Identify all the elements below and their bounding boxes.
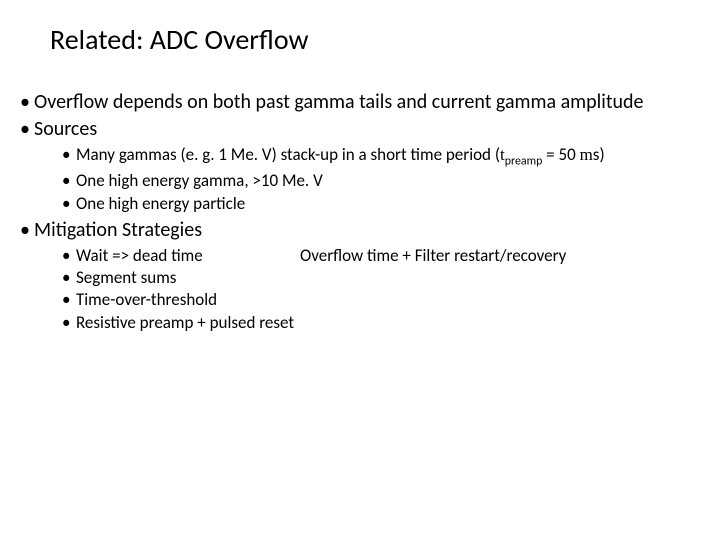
slide-content: Overflow depends on both past gamma tail…	[20, 90, 700, 337]
sub-one-high-particle: One high energy particle	[62, 193, 700, 214]
sub-one-high-gamma: One high energy gamma, >10 Me. V	[62, 170, 700, 191]
mu-symbol: m	[580, 145, 593, 164]
bullet-overflow-depends: Overflow depends on both past gamma tail…	[20, 90, 700, 115]
text-part: s)	[593, 144, 605, 165]
bullet-mitigation: Mitigation Strategies Wait => dead time …	[20, 218, 700, 333]
bullet-sources: Sources Many gammas (e. g. 1 Me. V) stac…	[20, 117, 700, 214]
text-part: Many gammas (e. g. 1 Me. V) stack-up in …	[76, 144, 500, 165]
wait-left: Wait => dead time	[76, 245, 300, 266]
wait-right: Overflow time + Filter restart/recovery	[300, 245, 566, 266]
sub-time-over-threshold: Time-over-threshold	[62, 289, 700, 310]
sub-segment-sums: Segment sums	[62, 267, 700, 288]
slide: Related: ADC Overflow Overflow depends o…	[0, 0, 720, 540]
wait-row: Wait => dead time Overflow time + Filter…	[76, 245, 700, 266]
bullet-sources-label: Sources	[34, 117, 97, 141]
sub-wait: Wait => dead time Overflow time + Filter…	[62, 245, 700, 266]
sources-sublist: Many gammas (e. g. 1 Me. V) stack-up in …	[34, 144, 700, 214]
sub-resistive-preamp: Resistive preamp + pulsed reset	[62, 312, 700, 333]
slide-title: Related: ADC Overflow	[50, 22, 309, 57]
tau-subscript: preamp	[505, 154, 543, 168]
bullet-mitigation-label: Mitigation Strategies	[34, 218, 202, 242]
sub-many-gammas: Many gammas (e. g. 1 Me. V) stack-up in …	[62, 144, 700, 169]
mitigation-sublist: Wait => dead time Overflow time + Filter…	[34, 245, 700, 333]
text-part: = 50	[542, 144, 579, 165]
bullet-list: Overflow depends on both past gamma tail…	[20, 90, 700, 333]
